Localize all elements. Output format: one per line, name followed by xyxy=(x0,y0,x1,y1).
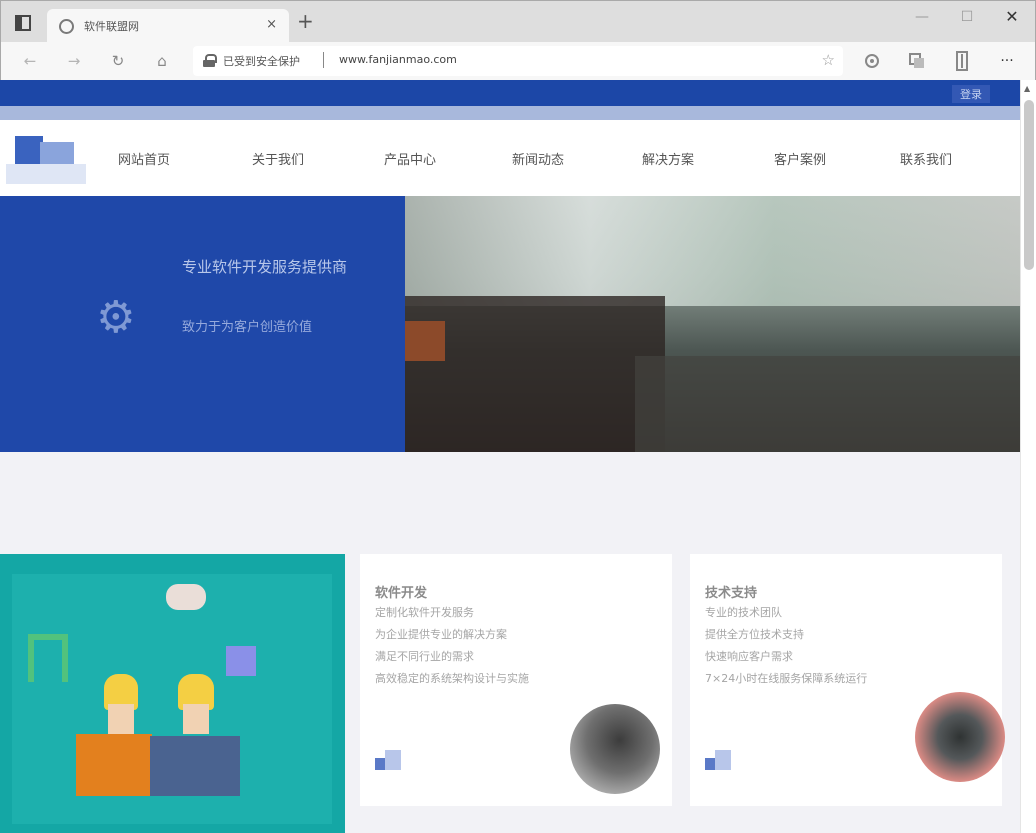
person-2-body xyxy=(150,736,240,796)
hero-photo-people xyxy=(405,296,665,452)
card-photo xyxy=(570,704,660,794)
hero-banner: ⚙ 专业软件开发服务提供商 致力于为客户创造价值 xyxy=(0,196,1020,452)
window-close-button[interactable]: ✕ xyxy=(989,5,1035,29)
scrollbar-thumb[interactable] xyxy=(1024,100,1034,270)
hero-photo-accent xyxy=(405,321,445,361)
card-title: 软件开发 xyxy=(375,586,428,601)
feature-card[interactable]: 技术支持 专业的技术团队 提供全方位技术支持 快速响应客户需求 7×24小时在线… xyxy=(690,554,1005,806)
nav-item-home[interactable]: 网站首页 xyxy=(118,149,170,168)
tab-title: 软件联盟网 xyxy=(84,20,139,33)
nav-item-news[interactable]: 新闻动态 xyxy=(512,149,564,168)
card-text-line: 提供全方位技术支持 xyxy=(705,628,804,641)
new-tab-button[interactable]: + xyxy=(297,11,314,31)
hero-photo-desks xyxy=(635,356,1020,452)
collections-icon[interactable] xyxy=(951,50,973,72)
site-security-status[interactable]: 已受到安全保护 xyxy=(223,53,300,69)
card-text-line: 为企业提供专业的解决方案 xyxy=(375,628,507,641)
window-maximize-button[interactable]: ☐ xyxy=(944,5,990,29)
person-2-face xyxy=(183,704,209,734)
card-link-icon[interactable] xyxy=(375,750,405,778)
tab-close-button[interactable]: × xyxy=(266,17,277,32)
card-title: 技术支持 xyxy=(705,586,758,601)
card-link-icon[interactable] xyxy=(705,750,735,778)
scroll-up-arrow-icon[interactable]: ▲ xyxy=(1024,84,1030,93)
top-strip: 登录 xyxy=(0,80,1020,106)
browser-tab-bar: 软件联盟网 × + — ☐ ✕ xyxy=(0,0,1036,43)
card-text-line: 定制化软件开发服务 xyxy=(375,606,474,619)
hero-photo-ceiling xyxy=(405,196,1020,306)
card-text-line: 专业的技术团队 xyxy=(705,606,782,619)
hero-photo xyxy=(405,196,1020,452)
more-icon[interactable]: ··· xyxy=(996,50,1018,72)
card-text-line: 高效稳定的系统架构设计与实施 xyxy=(375,672,529,685)
tab-actions-icon[interactable] xyxy=(15,15,31,31)
loading-favicon-icon xyxy=(59,19,74,34)
favorites-icon[interactable] xyxy=(906,50,928,72)
top-strip-divider xyxy=(0,106,1020,120)
person-1-body xyxy=(76,734,152,796)
login-link[interactable]: 登录 xyxy=(952,85,990,103)
card-text-line: 满足不同行业的需求 xyxy=(375,650,474,663)
card-text-line: 快速响应客户需求 xyxy=(705,650,793,663)
nav-item-about[interactable]: 关于我们 xyxy=(252,149,304,168)
logo-wordmark xyxy=(6,164,86,184)
lock-icon[interactable] xyxy=(203,54,217,67)
read-aloud-icon[interactable] xyxy=(861,50,883,72)
page-viewport: 登录 网站首页 关于我们 产品中心 新闻动态 解决方案 客户案例 联系我们 ⚙ … xyxy=(0,80,1020,833)
refresh-icon[interactable]: ↻ xyxy=(107,50,129,72)
hero-subheadline: 致力于为客户创造价值 xyxy=(182,320,313,335)
team-illustration xyxy=(0,554,345,833)
forward-arrow-icon[interactable]: → xyxy=(63,50,85,72)
feature-card[interactable]: 软件开发 定制化软件开发服务 为企业提供专业的解决方案 满足不同行业的需求 高效… xyxy=(360,554,672,806)
main-navigation: 网站首页 关于我们 产品中心 新闻动态 解决方案 客户案例 联系我们 xyxy=(0,120,1020,196)
window-minimize-button[interactable]: — xyxy=(899,5,945,29)
site-logo[interactable] xyxy=(0,128,90,192)
card-photo xyxy=(915,692,1005,782)
feature-cards: 软件开发 定制化软件开发服务 为企业提供专业的解决方案 满足不同行业的需求 高效… xyxy=(0,554,1020,833)
nav-item-cases[interactable]: 客户案例 xyxy=(774,149,826,168)
hero-text-panel: ⚙ 专业软件开发服务提供商 致力于为客户创造价值 xyxy=(0,196,405,452)
url-text[interactable]: www.fanjianmao.com xyxy=(339,53,457,66)
back-arrow-icon[interactable]: ← xyxy=(19,50,41,72)
illustration-plant xyxy=(28,634,68,682)
add-favorite-star-icon[interactable]: ☆ xyxy=(822,51,835,69)
person-1-face xyxy=(108,704,134,734)
nav-item-solutions[interactable]: 解决方案 xyxy=(642,149,694,168)
nav-item-products[interactable]: 产品中心 xyxy=(384,149,436,168)
logo-mark xyxy=(15,136,43,164)
address-bar[interactable]: 已受到安全保护 www.fanjianmao.com ☆ xyxy=(193,46,843,76)
address-separator xyxy=(323,52,324,68)
browser-tab[interactable]: 软件联盟网 × xyxy=(47,9,289,43)
card-text-line: 7×24小时在线服务保障系统运行 xyxy=(705,672,868,685)
gear-icon: ⚙ xyxy=(96,292,136,343)
hero-headline: 专业软件开发服务提供商 xyxy=(182,258,348,276)
browser-toolbar: ← → ↻ ⌂ 已受到安全保护 www.fanjianmao.com ☆ ··· xyxy=(0,42,1036,80)
illustration-block xyxy=(226,646,256,676)
nav-item-contact[interactable]: 联系我们 xyxy=(900,149,952,168)
illustration-bubble xyxy=(166,584,206,610)
vertical-scrollbar[interactable]: ▲ xyxy=(1020,80,1036,833)
home-icon[interactable]: ⌂ xyxy=(151,50,173,72)
